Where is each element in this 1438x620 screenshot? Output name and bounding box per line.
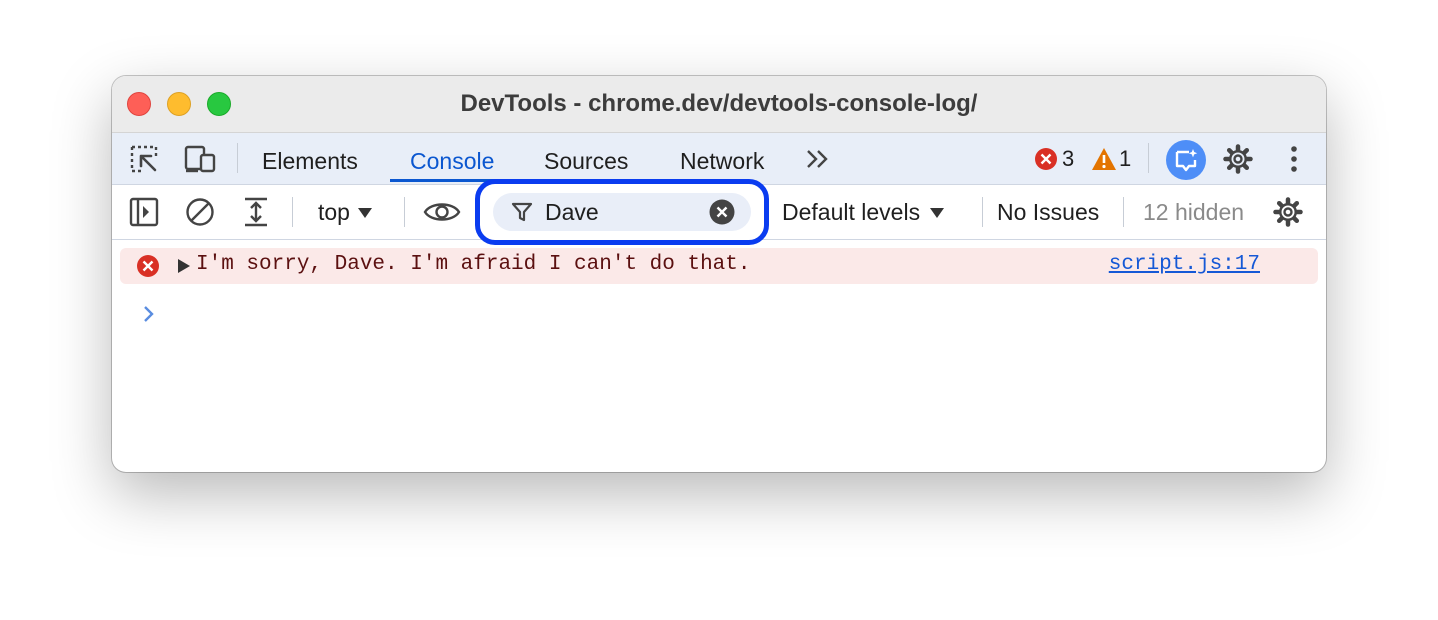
warning-count: 1 (1119, 146, 1132, 171)
hidden-messages-count: 12 hidden (1143, 199, 1245, 225)
ai-assistance-button[interactable] (1166, 140, 1206, 180)
filter-input[interactable] (545, 196, 695, 228)
log-levels-label: Default levels (782, 199, 921, 225)
filter-highlight (475, 179, 769, 245)
filter-icon (511, 201, 533, 228)
divider (982, 197, 983, 227)
gear-icon[interactable] (1272, 196, 1304, 228)
filter-box (493, 193, 751, 231)
caret-down-icon (930, 207, 945, 218)
device-toolbar-icon[interactable] (184, 143, 216, 175)
divider (1148, 143, 1149, 173)
divider (1123, 197, 1124, 227)
error-circle-icon (1035, 148, 1057, 170)
kebab-menu-icon[interactable] (1278, 143, 1310, 175)
panel-tab-bar: Elements Console Sources Network 3 1 (112, 133, 1326, 185)
gear-icon[interactable] (1222, 143, 1254, 175)
tab-console[interactable]: Console (410, 147, 494, 175)
context-selector[interactable]: top (318, 199, 372, 226)
console-message-error[interactable]: I'm sorry, Dave. I'm afraid I can't do t… (120, 248, 1318, 284)
console-prompt[interactable] (142, 304, 156, 329)
error-circle-icon (136, 254, 160, 283)
issues-button[interactable]: No Issues (997, 199, 1099, 226)
console-toolbar: top Dave Default levels No Issues 12 hid… (112, 179, 1326, 245)
live-expression-icon[interactable] (422, 196, 462, 228)
clear-input-icon[interactable] (709, 199, 735, 230)
source-link[interactable]: script.js:17 (1109, 253, 1260, 276)
error-count: 3 (1062, 146, 1075, 171)
tab-elements[interactable]: Elements (262, 147, 358, 175)
select-element-icon[interactable] (128, 143, 160, 175)
devtools-window: DevTools - chrome.dev/devtools-console-l… (112, 76, 1326, 472)
console-message-text: I'm sorry, Dave. I'm afraid I can't do t… (196, 253, 751, 276)
title-bar: DevTools - chrome.dev/devtools-console-l… (112, 76, 1326, 133)
error-count-badge[interactable]: 3 (1034, 146, 1074, 172)
log-levels-dropdown[interactable]: Default levels (782, 199, 945, 226)
tab-network[interactable]: Network (680, 147, 764, 175)
divider (292, 197, 293, 227)
chevron-double-right-icon[interactable] (802, 143, 834, 175)
warning-triangle-icon (1092, 148, 1116, 170)
warning-count-badge[interactable]: 1 (1091, 146, 1131, 172)
caret-down-icon (357, 207, 372, 218)
divider (237, 143, 238, 173)
divider (404, 197, 405, 227)
window-title: DevTools - chrome.dev/devtools-console-l… (460, 90, 978, 117)
ai-assistance-icon (1175, 149, 1198, 172)
context-label: top (318, 199, 350, 225)
tab-sources[interactable]: Sources (544, 147, 628, 175)
expand-icon[interactable] (240, 196, 272, 228)
chevron-right-icon (144, 306, 154, 322)
sidebar-toggle-icon[interactable] (128, 196, 160, 228)
clear-console-icon[interactable] (184, 196, 216, 228)
expand-triangle-icon[interactable] (178, 259, 190, 278)
